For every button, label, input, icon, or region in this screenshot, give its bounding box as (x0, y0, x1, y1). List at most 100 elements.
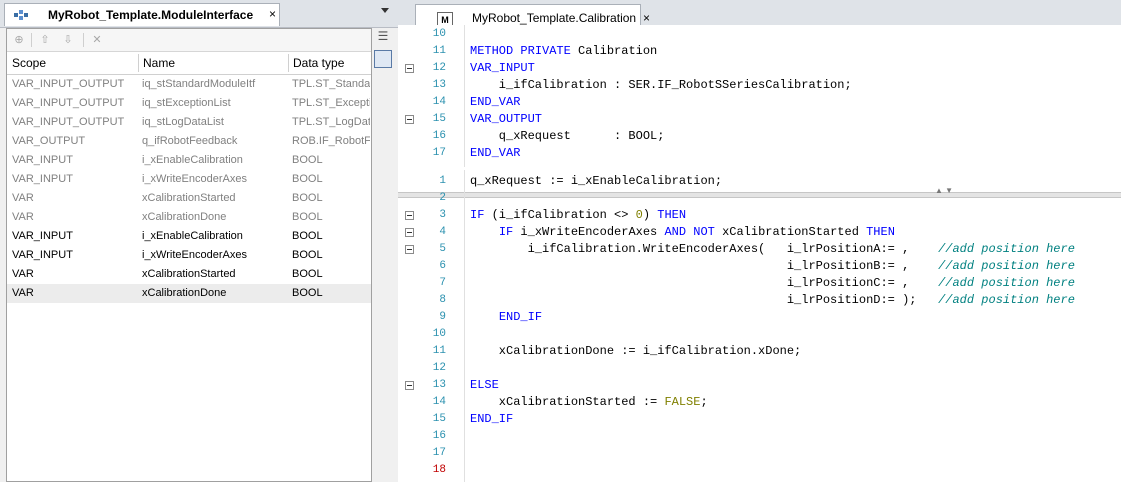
column-header-scope[interactable]: Scope (12, 56, 46, 70)
data-type-cell[interactable]: BOOL (292, 246, 370, 265)
column-header-name[interactable]: Name (143, 56, 175, 70)
column-header-data-type[interactable]: Data type (293, 56, 344, 70)
name-cell[interactable]: iq_stLogDataList (142, 113, 287, 132)
table-row[interactable]: VAR xCalibrationStarted BOOL (7, 189, 371, 208)
name-cell[interactable]: xCalibrationStarted (142, 265, 287, 284)
table-row[interactable]: VAR xCalibrationDone BOOL (7, 284, 371, 303)
scope-cell[interactable]: VAR (12, 284, 137, 303)
table-row[interactable]: VAR_INPUT i_xWriteEncoderAxes BOOL (7, 170, 371, 189)
name-cell[interactable]: xCalibrationStarted (142, 189, 287, 208)
code-line[interactable]: i_ifCalibration.WriteEncoderAxes( i_lrPo… (470, 241, 1075, 258)
code-line[interactable]: END_IF (470, 309, 542, 326)
column-divider[interactable] (288, 54, 289, 72)
table-row[interactable]: VAR_INPUT i_xWriteEncoderAxes BOOL (7, 246, 371, 265)
table-row[interactable]: VAR_INPUT i_xEnableCalibration BOOL (7, 151, 371, 170)
table-row[interactable]: VAR xCalibrationDone BOOL (7, 208, 371, 227)
scope-cell[interactable]: VAR (12, 208, 137, 227)
scope-cell[interactable]: VAR (12, 189, 137, 208)
tab-module-interface[interactable]: MyRobot_Template.ModuleInterface × (4, 3, 280, 26)
scope-cell[interactable]: VAR_INPUT_OUTPUT (12, 113, 137, 132)
data-type-cell[interactable]: TPL.ST_LogData (292, 113, 370, 132)
code-line[interactable]: IF i_xWriteEncoderAxes AND NOT xCalibrat… (470, 224, 895, 241)
data-type-cell[interactable]: BOOL (292, 208, 370, 227)
code-line[interactable]: xCalibrationDone := i_ifCalibration.xDon… (470, 343, 801, 360)
close-icon[interactable]: × (643, 11, 650, 25)
line-number: 11 (432, 345, 446, 357)
line-number: 6 (439, 260, 446, 272)
code-line[interactable]: i_lrPositionD:= ); //add position here (470, 292, 1075, 309)
line-number: 16 (432, 430, 446, 442)
name-cell[interactable]: xCalibrationDone (142, 284, 287, 303)
scope-cell[interactable]: VAR_INPUT_OUTPUT (12, 94, 137, 113)
code-line[interactable]: i_lrPositionB:= , //add position here (470, 258, 1075, 275)
name-cell[interactable]: q_ifRobotFeedback (142, 132, 287, 151)
data-type-cell[interactable]: TPL.ST_Exceptio (292, 94, 370, 113)
data-type-cell[interactable]: BOOL (292, 284, 370, 303)
move-down-icon[interactable]: ⇩ (60, 32, 76, 48)
name-cell[interactable]: xCalibrationDone (142, 208, 287, 227)
code-line[interactable]: END_VAR (470, 145, 520, 162)
table-row[interactable]: VAR_INPUT i_xEnableCalibration BOOL (7, 227, 371, 246)
code-line[interactable]: ELSE (470, 377, 499, 394)
data-type-cell[interactable]: BOOL (292, 189, 370, 208)
name-cell[interactable]: i_xEnableCalibration (142, 227, 287, 246)
data-type-cell[interactable]: BOOL (292, 227, 370, 246)
line-number: 8 (439, 294, 446, 306)
table-row[interactable]: VAR_INPUT_OUTPUT iq_stExceptionList TPL.ST… (7, 94, 371, 113)
toolbar-divider (83, 33, 84, 47)
tab-title: MyRobot_Template.ModuleInterface (48, 8, 254, 22)
table-row[interactable]: VAR_OUTPUT q_ifRobotFeedback ROB.IF_RobotF (7, 132, 371, 151)
close-icon[interactable]: × (269, 7, 276, 21)
line-number: 17 (432, 447, 446, 459)
data-type-cell[interactable]: BOOL (292, 151, 370, 170)
chevron-down-icon[interactable] (381, 8, 389, 13)
data-type-cell[interactable]: ROB.IF_RobotF (292, 132, 370, 151)
code-line[interactable]: q_xRequest : BOOL; (470, 128, 665, 145)
line-number: 1 (439, 175, 446, 187)
interface-icon (14, 10, 28, 20)
table-row[interactable]: VAR_INPUT_OUTPUT iq_stLogDataList TPL.ST_L… (7, 113, 371, 132)
code-line[interactable]: IF (i_ifCalibration <> 0) THEN (470, 207, 686, 224)
name-cell[interactable]: i_xWriteEncoderAxes (142, 170, 287, 189)
scope-cell[interactable]: VAR_OUTPUT (12, 132, 137, 151)
data-type-cell[interactable]: TPL.ST_Standar (292, 75, 370, 94)
code-line[interactable]: VAR_OUTPUT (470, 111, 542, 128)
table-row[interactable]: VAR_INPUT_OUTPUT iq_stStandardModuleItf TP… (7, 75, 371, 94)
code-line[interactable]: END_VAR (470, 94, 520, 111)
scope-cell[interactable]: VAR (12, 265, 137, 284)
toolbar-divider (31, 33, 32, 47)
column-divider[interactable] (138, 54, 139, 72)
textual-view-icon[interactable]: ☰ (375, 29, 391, 45)
code-line[interactable]: METHOD PRIVATE Calibration (470, 43, 657, 60)
scope-cell[interactable]: VAR_INPUT_OUTPUT (12, 75, 137, 94)
insert-icon[interactable]: ⊕ (11, 32, 27, 48)
code-line[interactable]: END_IF (470, 411, 513, 428)
scope-cell[interactable]: VAR_INPUT (12, 227, 137, 246)
declaration-code[interactable]: METHOD PRIVATE Calibration VAR_INPUT i_if… (470, 25, 1120, 167)
line-number: 5 (439, 243, 446, 255)
implementation-code[interactable]: q_xRequest := i_xEnableCalibration; IF (i… (470, 170, 1120, 482)
declaration-line-numbers: 10 11 12 13 14 15 16 17 (398, 25, 446, 167)
code-line[interactable]: q_xRequest := i_xEnableCalibration; (470, 173, 722, 190)
code-line[interactable]: VAR_INPUT (470, 60, 535, 77)
code-line[interactable]: xCalibrationStarted := FALSE; (470, 394, 708, 411)
tab-calibration[interactable]: M MyRobot_Template.Calibration × (415, 4, 650, 27)
delete-icon[interactable]: ✕ (89, 32, 105, 48)
line-number: 10 (432, 28, 446, 40)
tabular-view-icon[interactable] (374, 50, 392, 68)
scope-cell[interactable]: VAR_INPUT (12, 246, 137, 265)
name-cell[interactable]: i_xWriteEncoderAxes (142, 246, 287, 265)
code-line[interactable]: i_ifCalibration : SER.IF_RobotSSeriesCal… (470, 77, 852, 94)
name-cell[interactable]: i_xEnableCalibration (142, 151, 287, 170)
table-row[interactable]: VAR xCalibrationStarted BOOL (7, 265, 371, 284)
data-type-cell[interactable]: BOOL (292, 170, 370, 189)
scope-cell[interactable]: VAR_INPUT (12, 170, 137, 189)
name-cell[interactable]: iq_stStandardModuleItf (142, 75, 287, 94)
move-up-icon[interactable]: ⇧ (37, 32, 53, 48)
name-cell[interactable]: iq_stExceptionList (142, 94, 287, 113)
line-number: 2 (439, 192, 446, 204)
data-type-cell[interactable]: BOOL (292, 265, 370, 284)
code-line[interactable]: i_lrPositionC:= , //add position here (470, 275, 1075, 292)
line-number: 12 (432, 62, 446, 74)
scope-cell[interactable]: VAR_INPUT (12, 151, 137, 170)
